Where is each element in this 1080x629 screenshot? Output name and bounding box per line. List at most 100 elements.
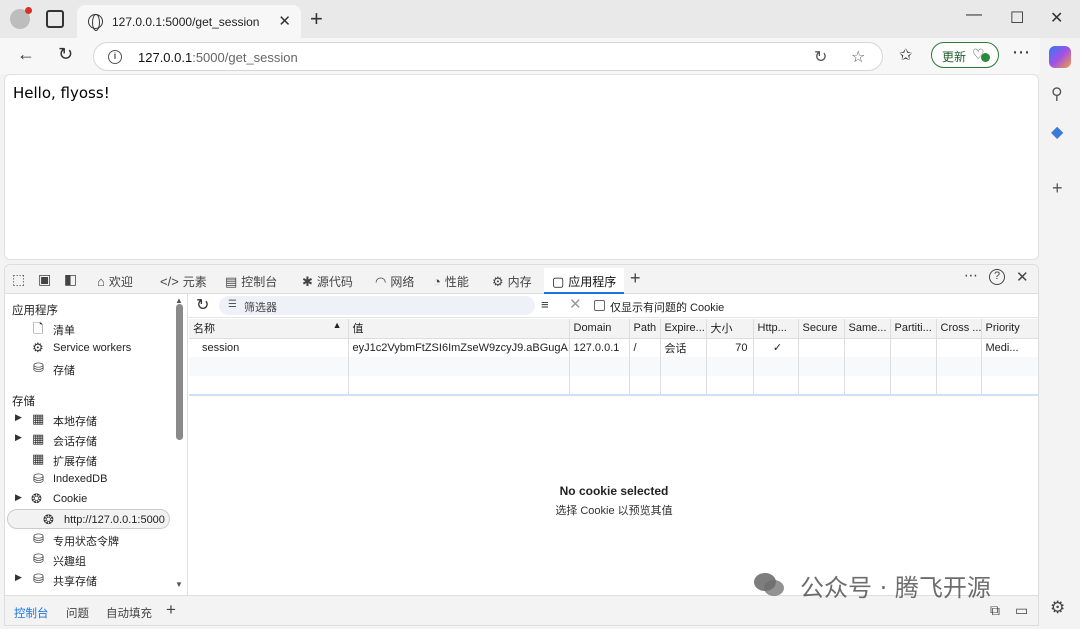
page-greeting: Hello, flyoss! (13, 84, 110, 102)
search-icon[interactable]: ⚲ (1051, 84, 1063, 104)
column-secure[interactable]: Secure (798, 319, 845, 339)
device-icon[interactable]: ▣ (38, 271, 51, 288)
scroll-down-arrow-icon[interactable]: ▼ (175, 580, 183, 589)
column-path[interactable]: Path (629, 319, 661, 339)
more-tools-plus-icon[interactable]: + (630, 268, 641, 289)
sidebar-scrollbar[interactable] (176, 304, 183, 440)
section-storage: 存储 (12, 396, 35, 408)
shopping-tag-icon[interactable]: ◆ (1051, 122, 1063, 142)
inspect-icon[interactable]: ⬚ (12, 271, 25, 288)
clear-all-icon[interactable]: ≡ (541, 297, 549, 312)
update-badge-icon (981, 53, 990, 62)
database-icon: ⛁ (33, 531, 44, 546)
add-drawer-tab-icon[interactable]: + (166, 600, 176, 620)
profile-avatar[interactable] (10, 7, 32, 29)
dock-icon[interactable]: ◧ (64, 271, 77, 288)
drawer-tab-issues[interactable]: 问题 (66, 605, 89, 621)
tab-title: 127.0.0.1:5000/get_session (112, 15, 260, 29)
sidebar-item-cookie-origin[interactable]: ❂ http://127.0.0.1:5000 (7, 509, 170, 529)
back-icon[interactable]: ← (17, 44, 35, 65)
filter-input[interactable]: ☰ 筛选器 (219, 296, 535, 315)
sidebar-item-shared-storage[interactable]: ▶ ⛁ 共享存储 (5, 569, 180, 589)
sidebar-item-service-workers[interactable]: ⚙ Service workers (5, 338, 180, 358)
minimize-icon[interactable]: — (966, 6, 982, 24)
cell-size: 70 (706, 338, 754, 357)
code-icon: </> (160, 274, 179, 289)
new-tab-button[interactable]: + (310, 6, 323, 32)
close-tab-icon[interactable]: ✕ (278, 12, 291, 30)
cookie-icon: ❂ (43, 512, 54, 527)
table-row[interactable]: session eyJ1c2VybmFtZSI6ImZseW9zcyJ9.aBG… (189, 338, 1038, 357)
tab-elements[interactable]: </> 元素 (160, 273, 207, 290)
address-bar[interactable]: i 127.0.0.1:5000/get_session ↻ ☆ (93, 42, 883, 71)
tab-actions-icon[interactable] (46, 10, 64, 28)
close-devtools-icon[interactable]: ✕ (1016, 268, 1029, 286)
column-samesite[interactable]: Same... (844, 319, 891, 339)
help-icon[interactable]: ? (989, 269, 1005, 285)
grid-icon: ▦ (32, 451, 45, 466)
empty-row (189, 357, 1038, 376)
column-value[interactable]: 值 (348, 319, 570, 339)
cell-priority: Medi... (981, 338, 1038, 357)
maximize-icon[interactable]: ☐ (1010, 8, 1024, 28)
sidebar-item-interest-groups[interactable]: ⛁ 兴趣组 (5, 549, 180, 569)
tab-application[interactable]: ▢ 应用程序 (552, 273, 616, 290)
settings-gear-icon[interactable]: ⚙ (1050, 598, 1065, 618)
column-name[interactable]: 名称 ▲ (189, 319, 349, 339)
sidebar-item-session-storage[interactable]: ▶ ▦ 会话存储 (5, 429, 180, 449)
cell-partition (890, 338, 937, 357)
only-issues-checkbox[interactable] (594, 300, 605, 311)
sidebar-item-extension-storage[interactable]: ▦ 扩展存储 (5, 449, 180, 469)
sidebar-item-storage[interactable]: ⛁ 存储 (5, 358, 180, 378)
add-sidebar-icon[interactable]: + (1052, 178, 1063, 199)
sidebar-item-cookie[interactable]: ▶ ❂ Cookie (5, 489, 180, 509)
memory-icon: ⚙ (492, 274, 504, 289)
site-info-icon[interactable]: i (108, 50, 122, 64)
edge-sidebar: ⚲ ◆ + (1040, 38, 1080, 629)
cell-secure (798, 338, 845, 357)
column-size[interactable]: 大小 (706, 319, 754, 339)
dock-drawer-icon[interactable]: ⧉ (990, 602, 1000, 619)
sort-ascending-icon: ▲ (332, 320, 342, 331)
wechat-logo-icon (754, 573, 784, 596)
home-icon: ⌂ (97, 274, 105, 289)
column-partition[interactable]: Partiti... (890, 319, 937, 339)
tab-welcome[interactable]: ⌂ 欢迎 (97, 273, 133, 290)
column-priority[interactable]: Priority (981, 319, 1038, 339)
column-httponly[interactable]: Http... (753, 319, 799, 339)
cell-name: session (189, 338, 349, 357)
url-text: 127.0.0.1:5000/get_session (138, 50, 298, 65)
tab-console[interactable]: ▤ 控制台 (225, 273, 277, 290)
drawer-tab-console[interactable]: 控制台 (14, 605, 49, 625)
column-cross-site[interactable]: Cross ... (936, 319, 982, 339)
copilot-icon[interactable] (1049, 46, 1071, 68)
tab-performance[interactable]: ◔ 性能 (433, 273, 469, 290)
sidebar-item-local-storage[interactable]: ▶ ▦ 本地存储 (5, 409, 180, 429)
browser-tab[interactable]: 127.0.0.1:5000/get_session ✕ (77, 5, 301, 38)
translate-icon[interactable]: ↻ (814, 47, 827, 67)
sidebar-item-manifest[interactable]: 🗋 清单 (5, 318, 180, 338)
more-menu-icon[interactable]: ⋯ (1012, 42, 1030, 63)
favorites-icon[interactable]: ✩ (899, 45, 912, 65)
tab-network[interactable]: ◠ 网络 (375, 273, 414, 290)
reload-icon[interactable]: ↻ (58, 44, 73, 65)
no-cookie-selected-hint: 选择 Cookie 以预览其值 (555, 505, 673, 517)
sidebar-item-indexeddb[interactable]: ⛁ IndexedDB (5, 469, 180, 489)
refresh-icon[interactable]: ↻ (196, 295, 209, 315)
cell-httponly: ✓ (753, 338, 799, 357)
sidebar-item-private-state-tokens[interactable]: ⛁ 专用状态令牌 (5, 529, 180, 549)
delete-selected-icon[interactable]: ✕ (569, 295, 582, 313)
favorite-star-icon[interactable]: ☆ (851, 47, 865, 67)
address-toolbar: ← ↻ i 127.0.0.1:5000/get_session ↻ ☆ ✩ ⋯ (0, 38, 1080, 74)
drawer-tab-autofill[interactable]: 自动填充 (106, 605, 152, 621)
tab-sources[interactable]: ✱ 源代码 (302, 273, 353, 290)
close-window-icon[interactable]: ✕ (1050, 8, 1063, 28)
tab-memory[interactable]: ⚙ 内存 (492, 273, 532, 290)
expand-arrow-icon: ▶ (15, 572, 22, 582)
cell-value: eyJ1c2VybmFtZSI6ImZseW9zcyJ9.aBGugA... (348, 338, 570, 357)
screenshot-icon[interactable]: ▭ (1015, 602, 1028, 619)
column-expires[interactable]: Expire... (660, 319, 707, 339)
update-button[interactable]: 更新 ♡ (931, 42, 999, 68)
more-options-icon[interactable]: ⋯ (964, 267, 978, 284)
column-domain[interactable]: Domain (569, 319, 630, 339)
